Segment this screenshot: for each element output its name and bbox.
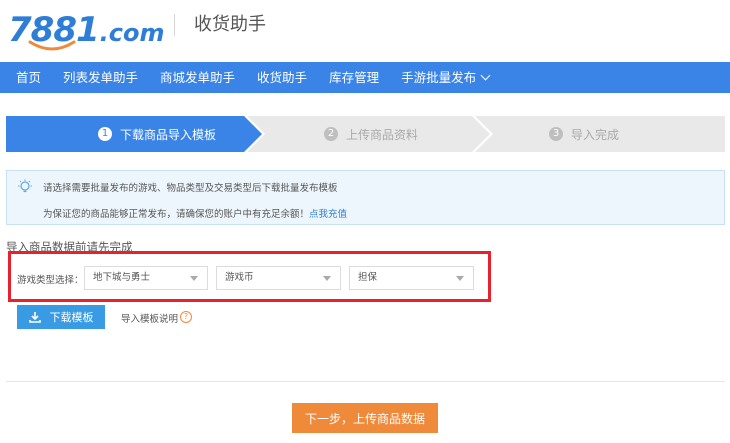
item-type-select[interactable]: 游戏币 [216,266,341,290]
chevron-down-icon [480,70,491,81]
main-nav: 首页 列表发单助手 商城发单助手 收货助手 库存管理 手游批量发布 [0,62,730,93]
notice-text: 请选择需要批量发布的游戏、物品类型及交易类型后下载批量发布模板 [43,183,338,194]
nav-item-label: 手游批量发布 [401,70,477,85]
trade-type-select-value: 担保 [358,272,378,283]
download-icon [28,312,41,323]
item-type-select-value: 游戏币 [225,272,254,283]
recharge-link[interactable]: 点我充值 [309,209,347,220]
trade-type-select[interactable]: 担保 [349,266,474,290]
notice-balance-text: 为保证您的商品能够正常发布，请确保您的账户中有充足余额！点我充值 [43,206,347,220]
nav-item-receiving-helper[interactable]: 收货助手 [246,62,318,93]
step-label: 导入完成 [571,127,620,142]
game-select[interactable]: 地下城与勇士 [84,266,208,290]
balance-warning: 为保证您的商品能够正常发布，请确保您的账户中有充足余额！ [43,209,310,220]
caret-down-icon [323,276,331,281]
divider [6,381,725,382]
nav-item-inventory[interactable]: 库存管理 [318,62,390,93]
nav-item-mobile-batch-publish[interactable]: 手游批量发布 [390,62,500,93]
nav-item-list-order-helper[interactable]: 列表发单助手 [52,62,149,93]
step-number: 1 [98,127,112,141]
site-logo[interactable]: 7881 .com [8,6,165,51]
logo-swoosh-icon [28,40,76,51]
logo-domain: .com [99,19,165,47]
progress-steps: 1 下载商品导入模板 2 上传商品资料 3 导入完成 [6,116,725,152]
page-title: 收货助手 [194,14,266,35]
download-template-button[interactable]: 下载模板 [17,305,105,329]
step-number: 3 [549,127,563,141]
header: 7881 .com 收货助手 [0,0,730,62]
step-1: 1 下载商品导入模板 [98,116,216,152]
step-label: 上传商品资料 [346,127,419,142]
step-3: 3 导入完成 [549,116,619,152]
lightbulb-icon [18,179,32,193]
step-label: 下载商品导入模板 [120,127,217,142]
next-step-button[interactable]: 下一步，上传商品数据 [292,403,438,433]
nav-item-mall-order-helper[interactable]: 商城发单助手 [149,62,246,93]
step-2: 2 上传商品资料 [324,116,418,152]
nav-item-home[interactable]: 首页 [0,62,52,93]
info-notice: 请选择需要批量发布的游戏、物品类型及交易类型后下载批量发布模板 为保证您的商品能… [6,170,725,225]
caret-down-icon [456,276,464,281]
step-number: 2 [324,127,338,141]
game-type-label: 游戏类型选择： [17,275,84,286]
download-template-label: 下载模板 [49,311,94,324]
caret-down-icon [190,276,198,281]
question-icon[interactable]: ? [180,311,192,323]
template-help-link[interactable]: 导入模板说明 [121,311,178,325]
header-divider [174,14,175,36]
game-select-value: 地下城与勇士 [93,272,151,283]
